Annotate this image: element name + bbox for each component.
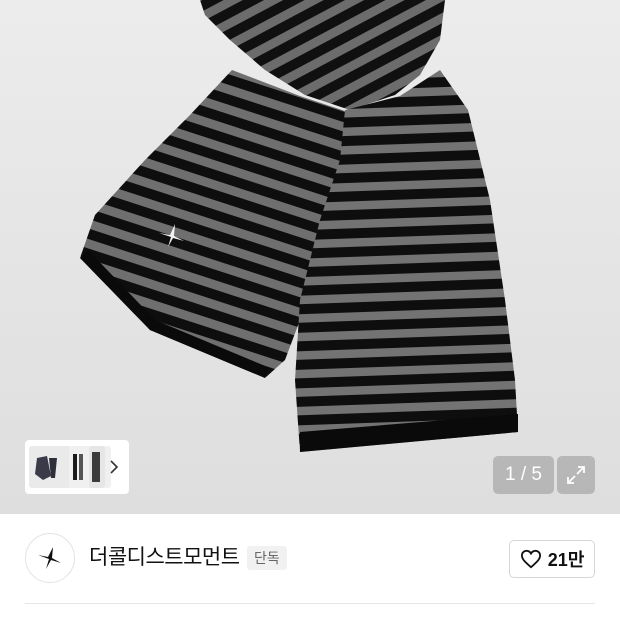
exclusive-badge: 단독	[247, 546, 287, 570]
like-button[interactable]: 21만	[509, 540, 595, 578]
thumbnail-strip	[25, 440, 129, 494]
thumbnail-3[interactable]	[89, 446, 105, 488]
like-count: 21만	[547, 550, 585, 570]
divider	[25, 603, 595, 604]
scarf-product-image	[80, 0, 518, 452]
shop-logo[interactable]	[25, 533, 75, 583]
thumbnail-1[interactable]	[29, 446, 71, 488]
image-counter: 1 / 5	[493, 456, 554, 494]
expand-icon	[567, 466, 585, 484]
chevron-right-icon[interactable]	[107, 457, 121, 477]
expand-button[interactable]	[557, 456, 595, 494]
shop-name[interactable]: 더콜디스트모먼트	[89, 544, 240, 572]
star-burst-icon	[38, 547, 61, 569]
product-image-gallery[interactable]: 1 / 5	[0, 0, 620, 514]
heart-icon	[520, 549, 541, 569]
